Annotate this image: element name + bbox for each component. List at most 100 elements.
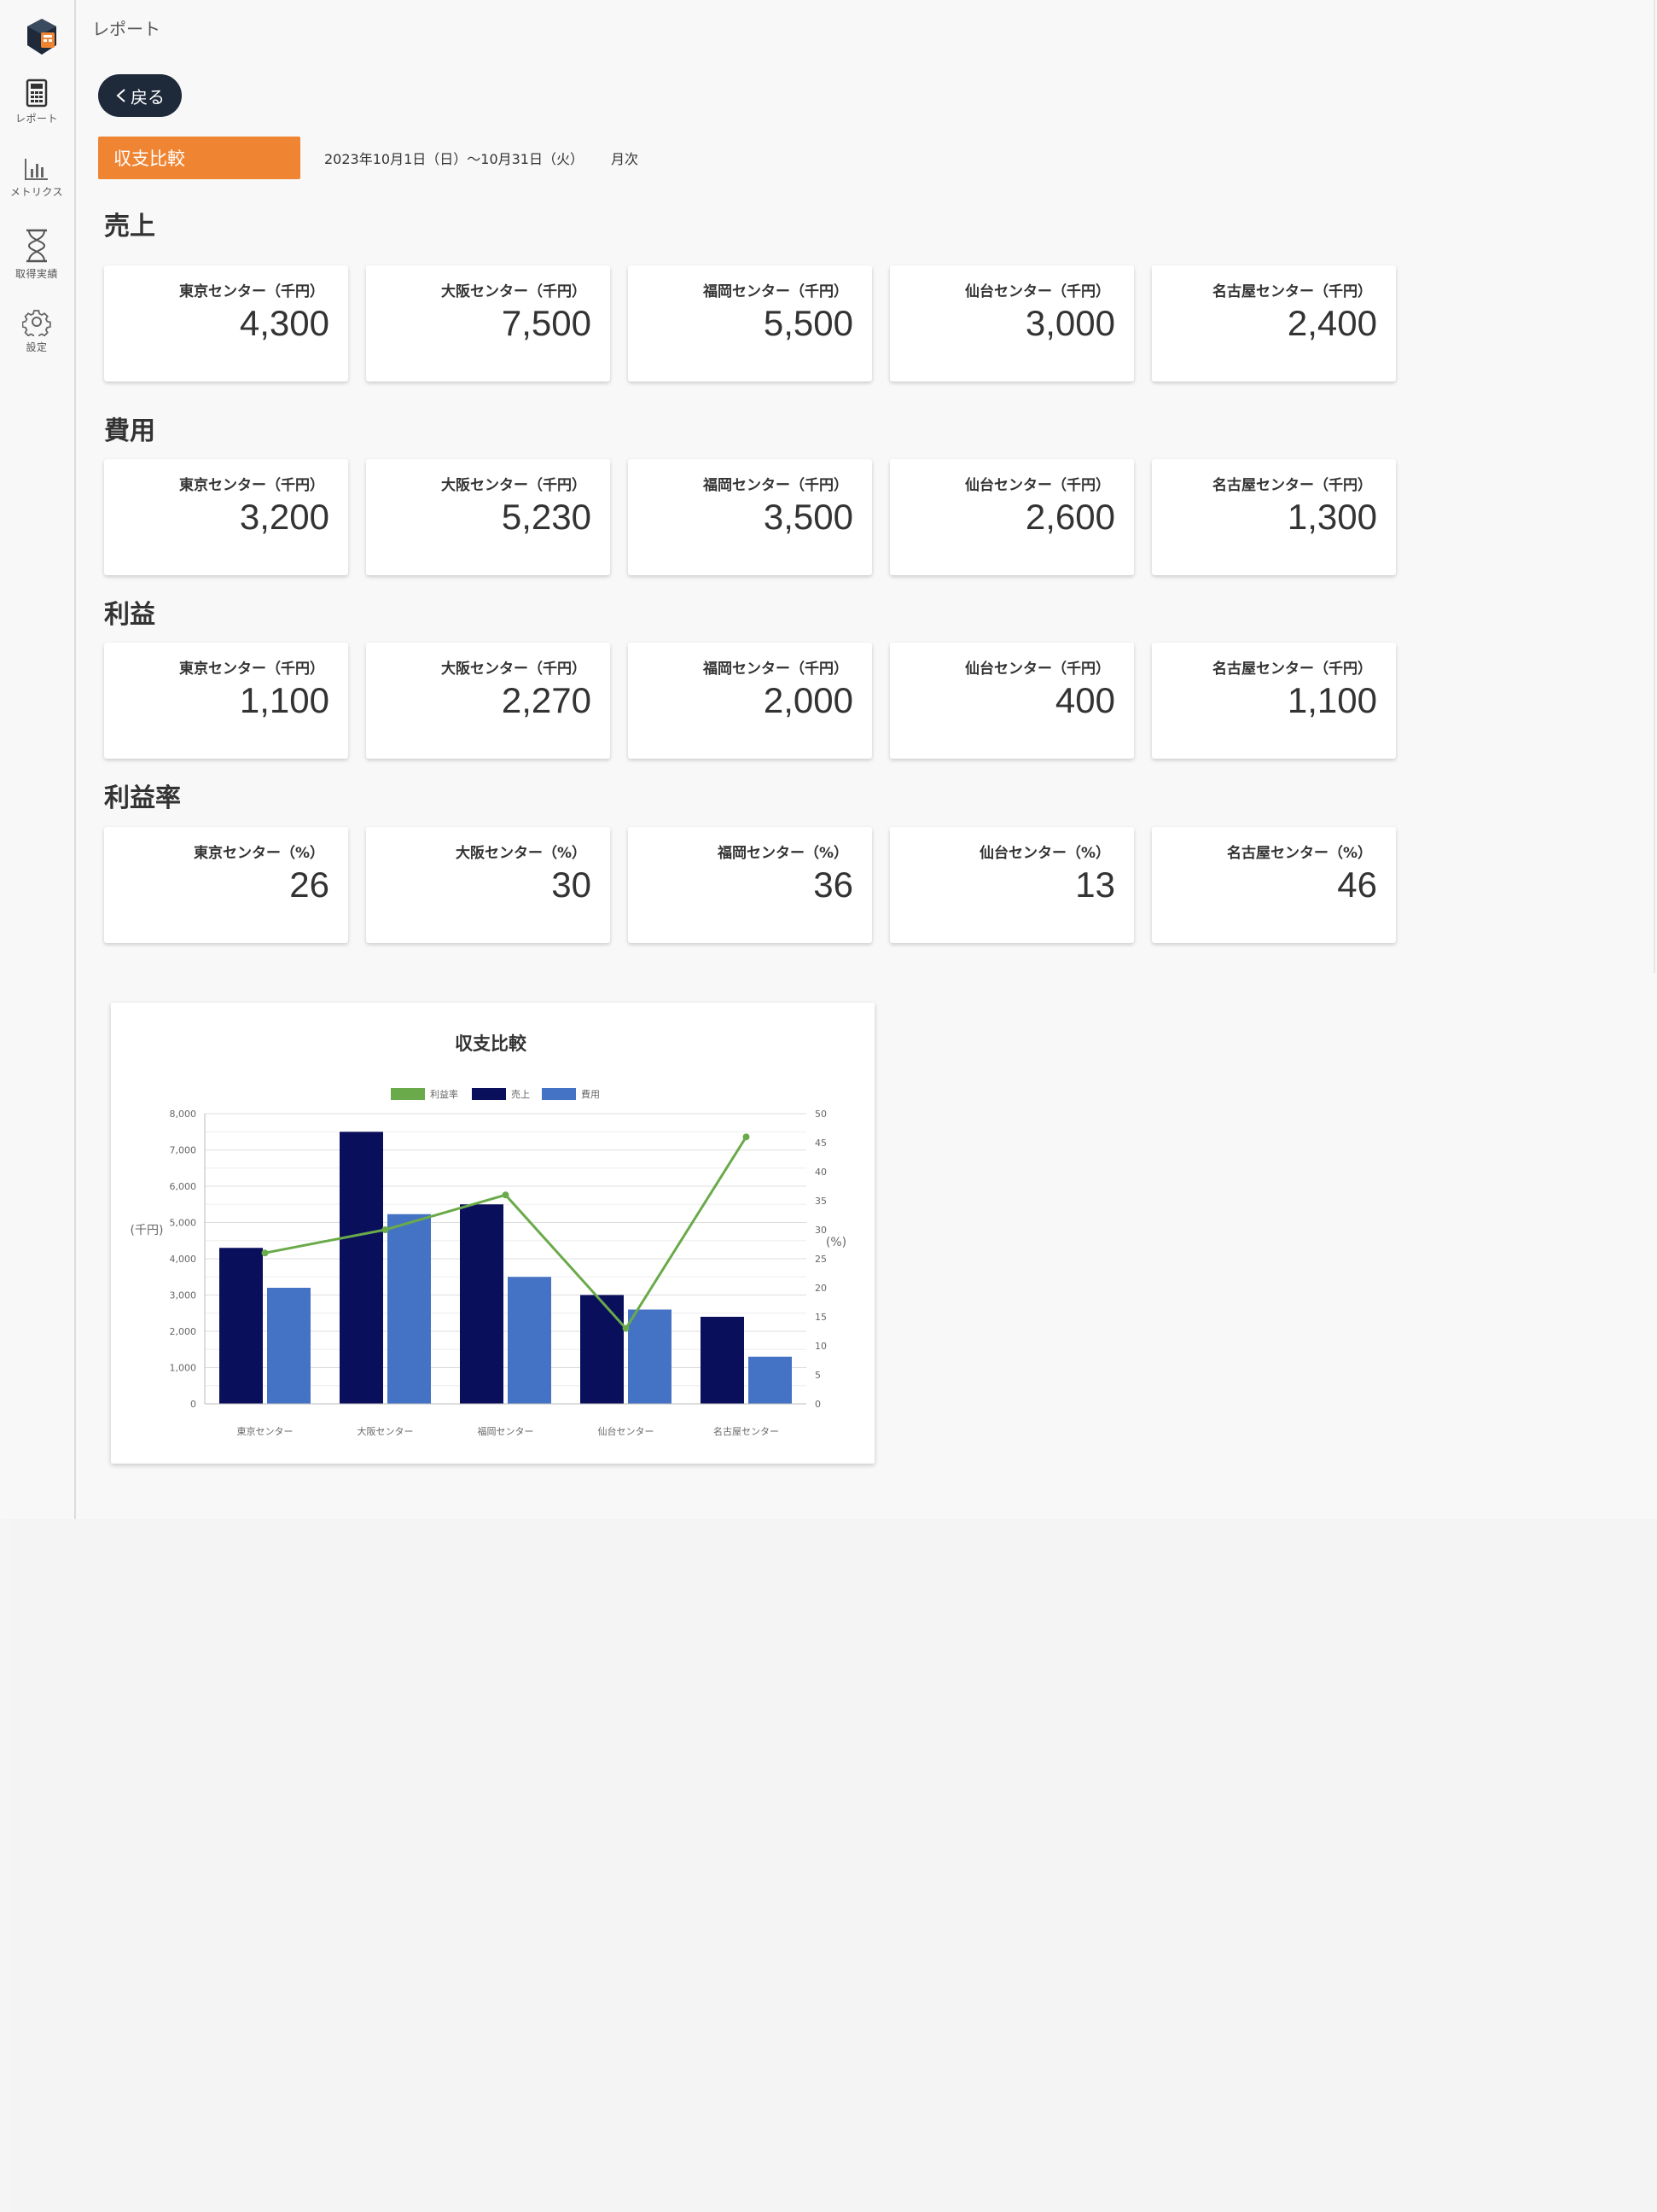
legend-label: 利益率 [430, 1088, 458, 1100]
metric-label: 大阪センター（千円） [441, 283, 586, 300]
y2-axis-label: (%) [826, 1236, 846, 1249]
metric-card: 名古屋センター（千円） 1,100 [1152, 643, 1396, 759]
bar-cost [628, 1309, 672, 1404]
sidebar-item-settings[interactable]: 設定 [0, 307, 73, 354]
y2-tick-label: 15 [815, 1312, 827, 1323]
section-title: 利益 [104, 600, 155, 630]
metric-value: 2,400 [1287, 303, 1377, 343]
y-tick-label: 8,000 [170, 1109, 197, 1120]
bar-sales [460, 1204, 503, 1404]
chart-title: 収支比較 [455, 1033, 527, 1054]
bar-sales [701, 1317, 744, 1404]
metric-value: 1,100 [1287, 680, 1377, 720]
metric-label: 東京センター（千円） [179, 477, 324, 494]
legend-swatch [542, 1088, 576, 1100]
chart-bars [219, 1132, 792, 1404]
metric-label: 東京センター（千円） [179, 661, 324, 678]
metric-value: 1,100 [239, 680, 329, 720]
metric-label: 大阪センター（千円） [441, 477, 586, 494]
metric-value: 400 [1055, 680, 1115, 720]
x-tick-label: 福岡センター [478, 1425, 534, 1437]
metric-label: 福岡センター（千円） [703, 477, 848, 494]
metric-card: 名古屋センター（%） 46 [1152, 827, 1396, 943]
metric-card: 大阪センター（千円） 7,500 [366, 265, 610, 381]
metric-value: 30 [551, 864, 591, 905]
metric-card: 仙台センター（千円） 2,600 [890, 459, 1134, 575]
sidebar-item-label: メトリクス [9, 186, 64, 198]
y2-tick-label: 25 [815, 1254, 827, 1265]
metric-label: 名古屋センター（千円） [1212, 661, 1372, 678]
sidebar: レポート メトリクス 取得実績 設定 [0, 0, 73, 1229]
x-tick-label: 大阪センター [358, 1425, 414, 1437]
bar-sales [219, 1248, 263, 1404]
y2-tick-label: 40 [815, 1167, 827, 1178]
metric-card: 東京センター（%） 26 [104, 827, 348, 943]
metric-card: 大阪センター（千円） 5,230 [366, 459, 610, 575]
margin-point [742, 1133, 750, 1141]
metric-value: 4,300 [239, 303, 329, 343]
metric-label: 福岡センター（%） [717, 845, 848, 862]
metric-label: 名古屋センター（千円） [1212, 477, 1372, 494]
sidebar-item-metrics[interactable]: メトリクス [0, 157, 73, 199]
metric-label: 名古屋センター（%） [1226, 845, 1372, 862]
bar-cost [267, 1288, 311, 1404]
margin-point [622, 1324, 630, 1332]
metric-card: 仙台センター（千円） 3,000 [890, 265, 1134, 381]
sidebar-item-acquisition[interactable]: 取得実績 [0, 229, 73, 281]
metric-value: 36 [813, 864, 853, 905]
metric-card: 福岡センター（千円） 3,500 [628, 459, 872, 575]
metric-value: 3,500 [763, 497, 853, 537]
metric-value: 5,500 [763, 303, 853, 343]
x-tick-label: 名古屋センター [713, 1425, 779, 1437]
y2-tick-label: 45 [815, 1138, 827, 1149]
tab-report-type[interactable]: 収支比較 [98, 137, 300, 179]
metric-label: 大阪センター（%） [455, 845, 586, 862]
metric-label: 仙台センター（千円） [965, 661, 1110, 678]
metric-value: 26 [289, 864, 329, 905]
back-button-label: 戻る [131, 86, 165, 108]
back-button[interactable]: 戻る [98, 74, 182, 117]
y-tick-label: 5,000 [170, 1218, 197, 1229]
margin-point [261, 1249, 269, 1257]
chart-svg: 収支比較 利益率 売上 費用 0 1,000 2,000 3,000 4,000 5,000 6… [131, 1033, 847, 1437]
bar-sales [580, 1295, 624, 1404]
metric-card: 名古屋センター（千円） 2,400 [1152, 265, 1396, 381]
chart-legend: 利益率 売上 費用 [391, 1088, 600, 1100]
y-tick-label: 6,000 [170, 1181, 197, 1192]
metric-value: 46 [1337, 864, 1377, 905]
metric-card: 仙台センター（千円） 400 [890, 643, 1134, 759]
date-range: 2023年10月1日（日）〜10月31日（火） [324, 151, 584, 167]
sidebar-item-label: レポート [15, 113, 58, 125]
section-title: 売上 [104, 212, 155, 242]
legend-label: 売上 [511, 1089, 530, 1100]
y2-tick-label: 10 [815, 1341, 827, 1352]
hourglass-icon [26, 229, 47, 263]
metric-label: 大阪センター（千円） [441, 661, 586, 678]
metric-card: 福岡センター（千円） 2,000 [628, 643, 872, 759]
metric-label: 福岡センター（千円） [703, 661, 848, 678]
metric-label: 名古屋センター（千円） [1212, 283, 1372, 300]
app-logo-icon [24, 17, 60, 56]
bar-sales [340, 1132, 383, 1404]
sidebar-item-report[interactable]: レポート [0, 79, 73, 125]
metric-value: 2,270 [501, 680, 591, 720]
y-tick-label: 7,000 [170, 1145, 197, 1156]
chevron-left-icon [116, 89, 125, 102]
y-tick-label: 3,000 [170, 1290, 197, 1301]
chart-line [261, 1133, 750, 1332]
bar-chart-icon [25, 159, 48, 180]
breadcrumb: レポート [92, 19, 160, 39]
sidebar-divider [74, 0, 76, 1519]
metric-value: 3,000 [1025, 303, 1115, 343]
metric-card: 名古屋センター（千円） 1,300 [1152, 459, 1396, 575]
metric-value: 2,000 [763, 680, 853, 720]
metric-label: 東京センター（千円） [179, 283, 324, 300]
y2-tick-label: 50 [815, 1109, 827, 1120]
margin-point [381, 1226, 389, 1233]
metric-label: 仙台センター（千円） [965, 283, 1110, 300]
metric-card: 東京センター（千円） 3,200 [104, 459, 348, 575]
metric-card: 福岡センター（千円） 5,500 [628, 265, 872, 381]
sidebar-item-label: 設定 [26, 341, 48, 353]
legend-swatch [472, 1088, 506, 1100]
margin-point [502, 1191, 509, 1199]
